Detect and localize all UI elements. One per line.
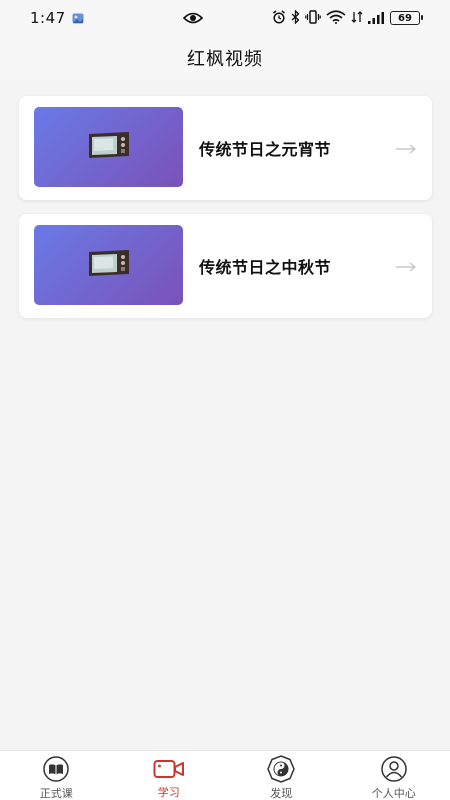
nav-label: 个人中心 [371, 787, 416, 800]
nav-label: 正式课 [39, 787, 73, 800]
status-time: 1:47 [30, 9, 66, 27]
vibrate-icon [305, 9, 321, 28]
nav-item-course[interactable]: 正式课 [0, 751, 113, 800]
page-title: 红枫视频 [187, 49, 263, 70]
bottom-nav: 正式课 学习 发现 个人中心 [0, 750, 450, 800]
video-card[interactable]: 传统节日之中秋节 [19, 214, 432, 318]
yin-yang-icon [267, 755, 296, 783]
video-thumbnail[interactable] [34, 225, 183, 305]
signal-icon [368, 9, 385, 28]
alarm-icon [272, 9, 286, 28]
user-icon [379, 756, 409, 782]
arrow-right-icon[interactable] [396, 257, 417, 276]
battery-indicator: 69 [390, 11, 423, 25]
status-left: 1:47 [30, 9, 84, 28]
video-camera-icon [153, 756, 185, 781]
bluetooth-icon [291, 8, 300, 28]
page-header: 红枫视频 [0, 36, 450, 80]
wifi-icon [326, 9, 346, 28]
arrow-right-icon[interactable] [396, 139, 417, 158]
tv-icon [85, 130, 133, 164]
video-title: 传统节日之中秋节 [199, 258, 332, 277]
nav-label: 学习 [157, 786, 180, 799]
photo-notification-icon [72, 9, 84, 28]
nav-item-profile[interactable]: 个人中心 [338, 751, 450, 800]
tv-icon [85, 248, 133, 282]
video-thumbnail[interactable] [34, 107, 183, 187]
eye-comfort-icon [182, 10, 204, 29]
status-right: 69 [272, 8, 423, 28]
nav-label: 发现 [270, 787, 293, 800]
nav-item-study[interactable]: 学习 [113, 751, 226, 800]
book-icon [41, 756, 71, 782]
video-title: 传统节日之元宵节 [199, 140, 332, 159]
status-bar: 1:47 69 [0, 0, 450, 36]
video-card[interactable]: 传统节日之元宵节 [19, 96, 432, 200]
mobile-data-icon [351, 9, 363, 28]
nav-item-discover[interactable]: 发现 [225, 751, 338, 800]
